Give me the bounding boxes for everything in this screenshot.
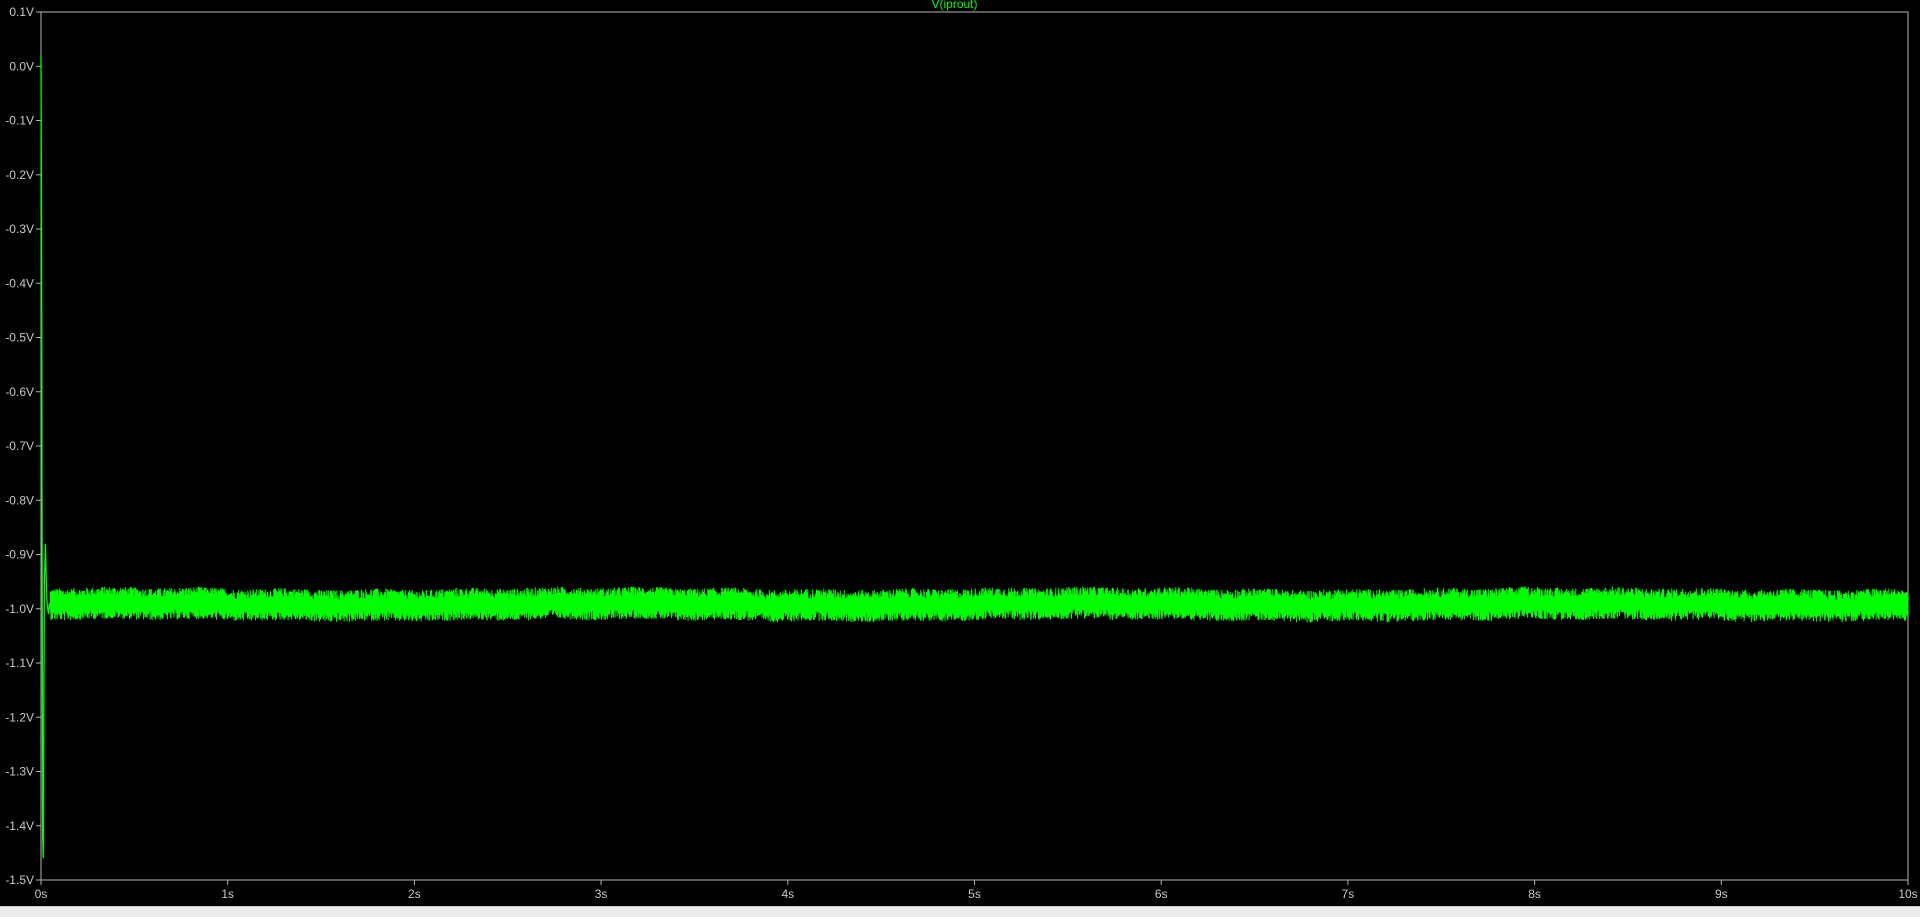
waveform-plot[interactable]: 0.1V 0.0V -0.1V -0.2V -0.3V -0.4V -0.5V -0.6V -0… <box>0 0 1920 906</box>
waveform-viewer-window: 0.1V 0.0V -0.1V -0.2V -0.3V -0.4V -0.5V -0.6V -0… <box>0 0 1920 917</box>
y-tick-label: -0.6V <box>5 385 34 399</box>
y-tick-label: -0.8V <box>5 493 34 507</box>
y-tick-label: -1.2V <box>5 710 34 724</box>
y-tick-label: -0.3V <box>5 222 34 236</box>
plot-background <box>0 0 1920 906</box>
x-tick-label: 2s <box>408 887 421 901</box>
y-tick-label: -1.3V <box>5 765 34 779</box>
y-tick-label: 0.0V <box>9 59 34 73</box>
y-tick-label: -0.5V <box>5 331 34 345</box>
x-tick-label: 3s <box>595 887 608 901</box>
x-tick-label: 9s <box>1715 887 1728 901</box>
x-tick-label: 4s <box>781 887 794 901</box>
x-tick-label: 8s <box>1528 887 1541 901</box>
x-tick-label: 5s <box>968 887 981 901</box>
y-tick-label: -0.9V <box>5 548 34 562</box>
trace-title[interactable]: V(iprout) <box>931 0 977 11</box>
plot-pane[interactable]: 0.1V 0.0V -0.1V -0.2V -0.3V -0.4V -0.5V -0.6V -0… <box>0 0 1920 906</box>
bottom-strip <box>0 906 1920 917</box>
y-tick-label: -0.7V <box>5 439 34 453</box>
x-tick-label: 6s <box>1155 887 1168 901</box>
x-tick-label: 10s <box>1898 887 1917 901</box>
y-tick-label: -1.5V <box>5 873 34 887</box>
y-tick-label: -1.0V <box>5 602 34 616</box>
y-tick-label: -0.1V <box>5 114 34 128</box>
x-tick-label: 1s <box>221 887 234 901</box>
y-tick-label: -1.4V <box>5 819 34 833</box>
y-tick-label: -0.2V <box>5 168 34 182</box>
y-tick-label: -0.4V <box>5 276 34 290</box>
y-tick-label: -1.1V <box>5 656 34 670</box>
x-tick-label: 7s <box>1342 887 1355 901</box>
x-tick-label: 0s <box>35 887 48 901</box>
y-tick-label: 0.1V <box>9 5 34 19</box>
